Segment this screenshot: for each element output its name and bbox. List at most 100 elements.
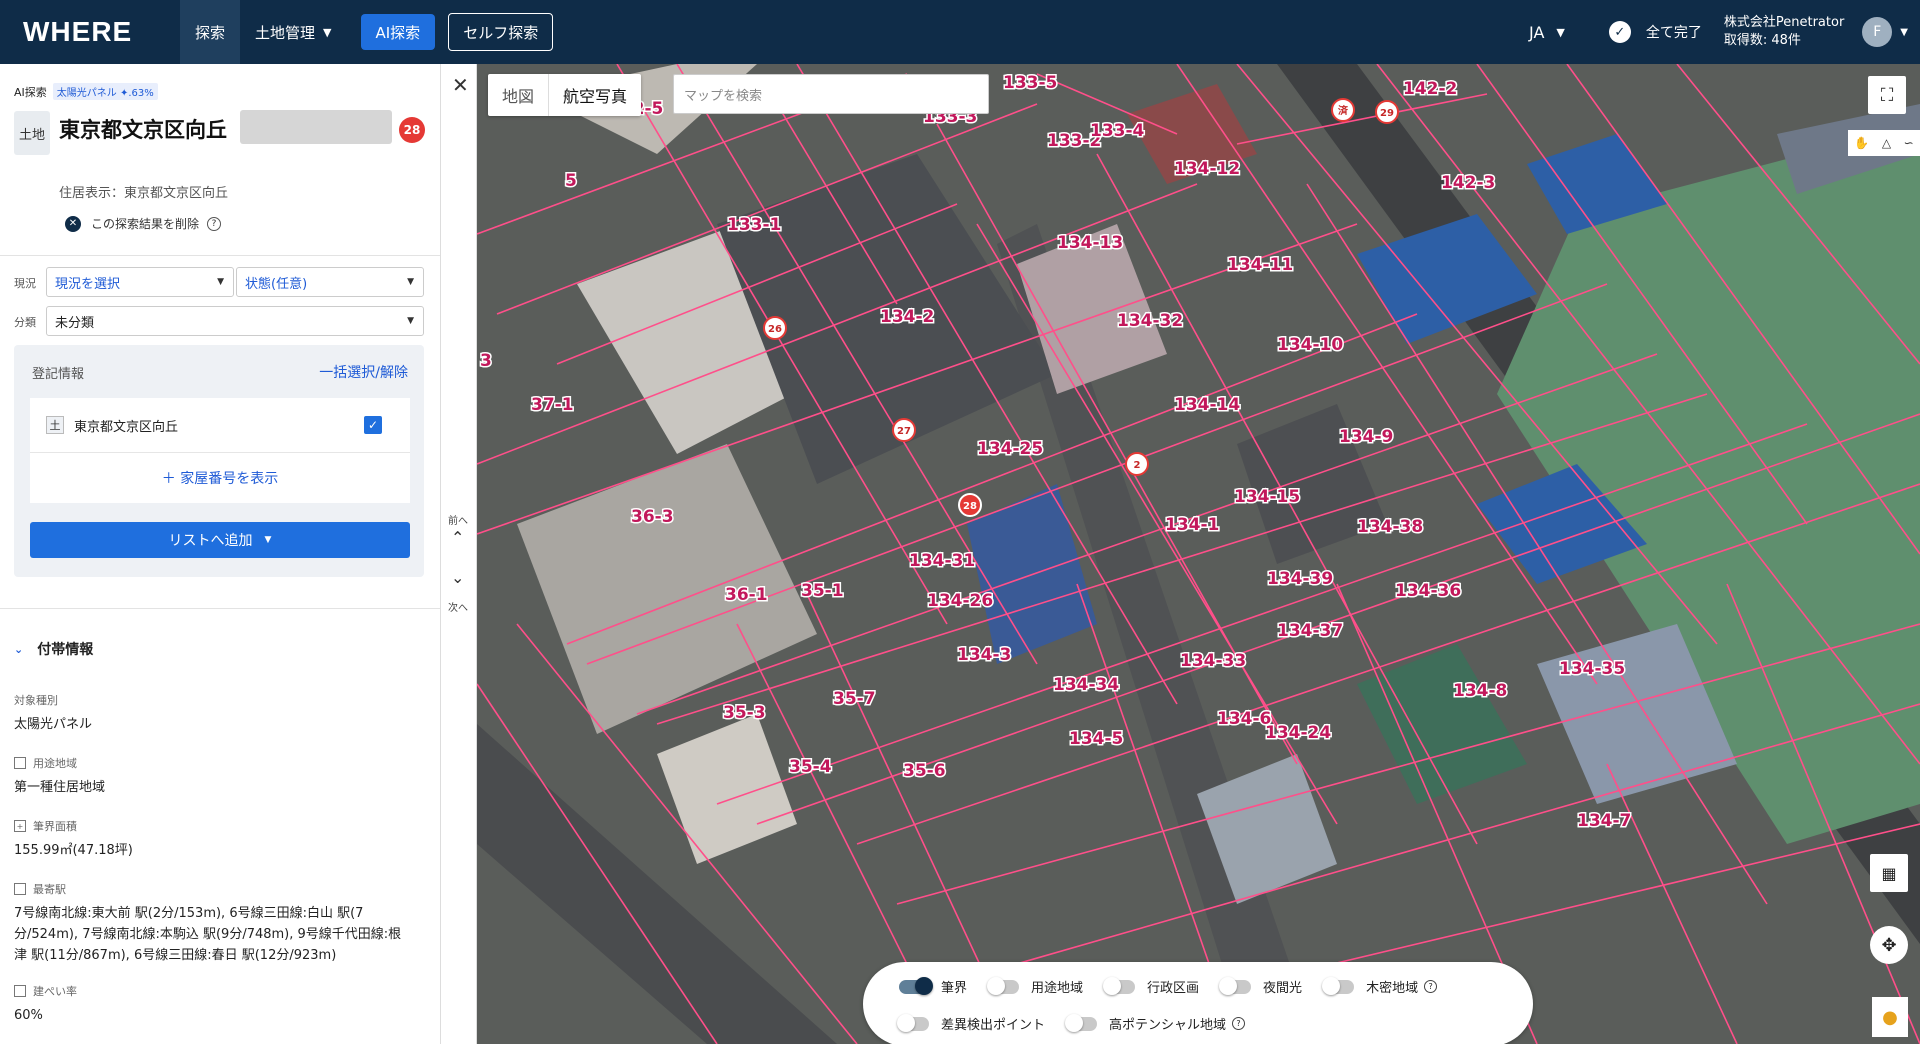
self-search-button[interactable]: セルフ探索 [448, 13, 554, 51]
extra-info-toggle[interactable]: ⌄ 付帯情報 [14, 639, 93, 659]
parcel-number-label: 35-3 [723, 703, 766, 723]
fullscreen-icon[interactable]: ⛶ [1868, 76, 1906, 114]
toggle-switch[interactable] [1103, 976, 1136, 995]
map-pin[interactable]: 27 [892, 418, 916, 442]
chevron-down-icon[interactable]: ▼ [1900, 27, 1908, 38]
page-title: 東京都文京区向丘 [59, 118, 227, 142]
all-done-button[interactable]: ✓ 全て完了 [1608, 21, 1702, 43]
layer-toggle[interactable]: 木密地域? [1322, 976, 1438, 996]
result-number-badge: 28 [399, 117, 425, 143]
layer-label: 行政区画 [1147, 981, 1200, 996]
map-pin[interactable]: 済 [1331, 98, 1355, 122]
add-to-list-button[interactable]: リストへ追加 ▼ [30, 522, 410, 558]
parcel-number-label: 134-5 [1069, 729, 1123, 749]
layer-label: 夜間光 [1263, 981, 1303, 996]
app-logo[interactable]: WHERE [0, 0, 180, 64]
aerial-map[interactable]: 133-5132-5133-3133-2133-4133-1134-12134-… [477, 64, 1920, 1044]
divider [0, 608, 440, 609]
status-select-value: 現況を選択 [55, 276, 121, 292]
state-select[interactable]: 状態(任意) ▼ [236, 267, 424, 297]
toggle-switch[interactable] [987, 976, 1020, 995]
chevron-up-icon[interactable]: ⌃ [451, 528, 464, 547]
delete-result-label: この探索結果を削除 [91, 217, 200, 231]
parcel-number-label: 134-26 [927, 591, 993, 611]
layer-label: 用途地域 [1031, 981, 1084, 996]
map-pin[interactable]: 28 [958, 493, 982, 517]
map-pin[interactable]: 2 [1125, 452, 1149, 476]
add-to-list-label: リストへ追加 [168, 533, 253, 549]
ai-confidence-tag: 太陽光パネル ✦.63% [52, 83, 158, 100]
chevron-down-icon: ▼ [323, 25, 332, 39]
help-icon[interactable]: ? [207, 216, 222, 231]
caret-down-icon: ▼ [217, 277, 224, 287]
close-icon[interactable]: ✕ [452, 73, 469, 97]
toggle-switch[interactable] [1322, 976, 1355, 995]
hand-icon[interactable]: ✋ [1854, 136, 1869, 150]
parcel-number-label: 36-3 [631, 507, 674, 527]
station-label: 最寄駅 [33, 883, 66, 896]
map-pin-label: 27 [897, 426, 911, 437]
class-select[interactable]: 未分類 ▼ [46, 306, 424, 336]
layer-toggle[interactable]: 行政区画 [1103, 976, 1200, 996]
map-type-aerial[interactable]: 航空写真 [549, 74, 641, 116]
grid-icon[interactable]: ▦ [1870, 854, 1908, 892]
line-icon[interactable]: ∽ [1904, 136, 1914, 150]
avatar[interactable]: F [1862, 17, 1893, 47]
map-canvas[interactable]: 133-5132-5133-3133-2133-4133-1134-12134-… [477, 64, 1920, 1044]
map-pin[interactable]: 29 [1375, 100, 1399, 124]
map-search-input[interactable]: マップを検索 [673, 74, 989, 114]
registry-item-checkbox[interactable]: ✓ [364, 416, 382, 434]
status-select[interactable]: 現況を選択 ▼ [46, 267, 234, 297]
tab-land-management[interactable]: 土地管理 ▼ [240, 0, 346, 64]
ai-search-row: AI探索 太陽光パネル ✦.63% [14, 83, 158, 100]
parcel-number-label: 133-5 [1003, 73, 1057, 93]
field-label: 対象種別 [14, 692, 58, 708]
class-select-value: 未分類 [55, 315, 95, 331]
zoning-label: 用途地域 [33, 757, 77, 770]
registry-item[interactable]: 土 東京都文京区向丘 ✓ [30, 398, 410, 453]
map-pin[interactable]: 26 [763, 316, 787, 340]
check-circle-icon: ✓ [1608, 21, 1631, 43]
parcel-number-label: 134-36 [1395, 581, 1461, 601]
layer-toggle[interactable]: 夜間光 [1219, 976, 1303, 996]
status-label: 現況 [14, 277, 36, 290]
residential-address: 住居表示：東京都文京区向丘 [59, 186, 229, 201]
layer-toggles: 筆界 用途地域 行政区画 夜間光 木密地域? 差異検出ポイント 高ポテンシャル地域? [863, 962, 1533, 1044]
map-type-map[interactable]: 地図 [488, 74, 550, 116]
toggle-switch[interactable] [897, 1013, 929, 1032]
toggle-switch[interactable] [899, 976, 933, 995]
toggle-switch[interactable] [1219, 976, 1252, 995]
pan-control-icon[interactable]: ✥ [1870, 926, 1908, 964]
ai-search-button[interactable]: AI探索 [360, 14, 436, 50]
parcel-number-label: 134-1 [1165, 515, 1219, 535]
layer-toggle[interactable]: 高ポテンシャル地域? [1065, 1013, 1246, 1033]
layer-toggle[interactable]: 用途地域 [987, 976, 1084, 996]
language-select[interactable]: JA ▼ [1529, 23, 1565, 42]
map-pin-label: 2 [1134, 460, 1141, 471]
tab-explore[interactable]: 探索 [180, 0, 241, 64]
chevron-down-icon[interactable]: ⌄ [451, 568, 464, 587]
parcel-number-label: 133-1 [727, 215, 781, 235]
parcel-number-label: 134-37 [1277, 621, 1343, 641]
pegman-icon[interactable]: ● [1872, 997, 1908, 1037]
layer-toggle[interactable]: 差異検出ポイント [897, 1013, 1045, 1033]
parcel-number-label: 134-11 [1227, 255, 1293, 275]
panel-nav-strip: ✕ 前へ ⌃ ⌄ 次へ [441, 64, 477, 1044]
all-done-label: 全て完了 [1645, 25, 1702, 41]
parcel-number-label: 134-12 [1174, 159, 1240, 179]
help-icon[interactable]: ? [1232, 1017, 1246, 1030]
show-house-number-button[interactable]: ＋ 家屋番号を表示 [30, 453, 410, 503]
toggle-switch[interactable] [1065, 1013, 1098, 1032]
polygon-icon[interactable]: △ [1882, 136, 1891, 150]
coverage-label: 建ぺい率 [33, 985, 77, 998]
help-icon[interactable]: ? [1424, 980, 1438, 993]
delete-result-button[interactable]: ✕ この探索結果を削除 ? [65, 215, 222, 232]
registry-item-name: 東京都文京区向丘 [74, 419, 179, 435]
caret-down-icon[interactable]: ▼ [265, 535, 272, 545]
parcel-number-label: 134-34 [1053, 675, 1119, 695]
layer-toggle[interactable]: 筆界 [899, 976, 967, 996]
registry-box: 登記情報 一括選択/解除 土 東京都文京区向丘 ✓ ＋ 家屋番号を表示 リストへ… [14, 345, 424, 577]
land-tag-icon: 土 [46, 416, 64, 434]
next-label: 次へ [448, 603, 468, 614]
select-all-link[interactable]: 一括選択/解除 [319, 362, 408, 382]
